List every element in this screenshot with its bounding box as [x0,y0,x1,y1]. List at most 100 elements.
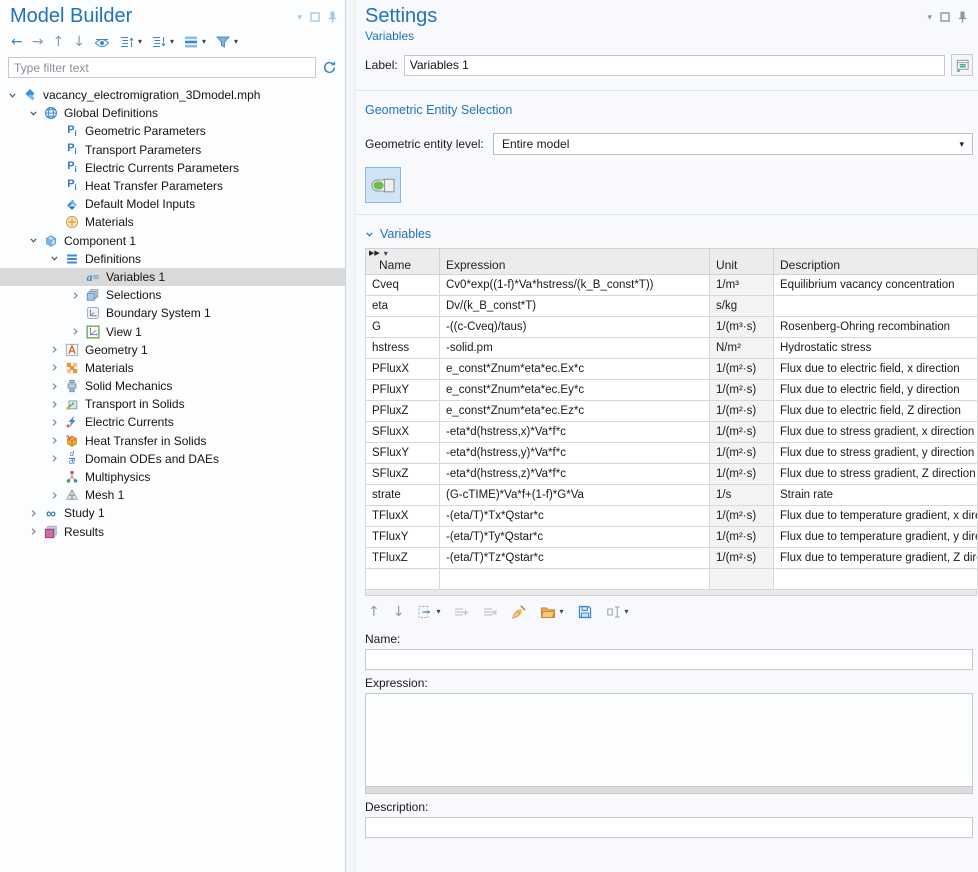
cell-unit[interactable]: 1/(m²·s) [710,443,774,464]
tree-item-electric-currents[interactable]: Electric Currents [0,413,345,431]
tree-item-results[interactable]: Results [0,523,345,541]
tree-item-geometric-parameters[interactable]: PiGeometric Parameters [0,122,345,140]
pin-panel-icon[interactable] [958,11,967,23]
cell-unit[interactable]: 1/s [710,485,774,506]
cell-unit[interactable]: 1/(m²·s) [710,401,774,422]
panel-splitter[interactable] [346,0,356,872]
back-button[interactable]: ← [8,33,26,51]
cell-name[interactable]: SFluxZ [366,464,440,485]
move-to-table-button[interactable]: ▾ [414,602,443,622]
cell-expression[interactable]: e_const*Znum*eta*ec.Ez*c [440,401,710,422]
tree-item-study-1[interactable]: ∞Study 1 [0,504,345,522]
show-button[interactable] [91,33,113,51]
tree-collapsed-icon[interactable] [46,363,63,372]
dropdown-caret-icon[interactable]: ▾ [170,38,174,46]
tree-collapsed-icon[interactable] [46,400,63,409]
cell-description[interactable]: Flux due to electric field, Z direction [774,401,978,422]
load-from-file-button[interactable]: ▾ [537,602,566,622]
move-up-button[interactable]: ↑ [365,603,383,621]
cell-unit[interactable]: 1/m³ [710,275,774,296]
filter-button[interactable]: ▾ [212,32,241,52]
cell-name[interactable]: PFluxZ [366,401,440,422]
skip-columns-icon[interactable]: ▶▶ [369,250,380,257]
cell-name[interactable]: PFluxY [366,380,440,401]
cell-description[interactable] [774,296,978,317]
dropdown-caret-icon[interactable]: ▾ [384,250,388,258]
label-input[interactable] [404,55,945,76]
column-header-unit[interactable]: Unit [710,249,774,275]
expression-scrollbar[interactable] [366,786,972,793]
cell-description[interactable]: Equilibrium vacancy concentration [774,275,978,296]
refresh-button[interactable] [322,60,337,75]
panel-menu-caret-icon[interactable]: ▾ [297,13,302,22]
save-to-file-button[interactable] [574,602,596,622]
tree-item-global-definitions[interactable]: Global Definitions [0,104,345,122]
tree-item-solid-mechanics[interactable]: Solid Mechanics [0,377,345,395]
dropdown-caret-icon[interactable]: ▾ [559,608,563,616]
tree-item-electric-currents-parameters[interactable]: PiElectric Currents Parameters [0,159,345,177]
cell-description[interactable]: Flux due to temperature gradient, x dire… [774,506,978,527]
float-panel-icon[interactable] [310,12,320,22]
model-tree-node-text-button[interactable]: ▾ [180,32,209,52]
tree-collapsed-icon[interactable] [46,436,63,445]
cell-name[interactable]: strate [366,485,440,506]
cell-expression[interactable]: Cv0*exp((1-f)*Va*hstress/(k_B_const*T)) [440,275,710,296]
tree-item-domain-odes-and-daes[interactable]: ddtDomain ODEs and DAEs [0,450,345,468]
tree-item-vacancy-electromigration-3dmodel-mph[interactable]: vacancy_electromigration_3Dmodel.mph [0,86,345,104]
expression-input[interactable] [365,693,973,794]
cell-description[interactable]: Flux due to stress gradient, x direction [774,422,978,443]
cell-expression[interactable]: -(eta/T)*Tz*Qstar*c [440,548,710,569]
cell-unit[interactable]: 1/(m²·s) [710,527,774,548]
cell-expression[interactable]: e_const*Znum*eta*ec.Ex*c [440,359,710,380]
tree-expanded-icon[interactable] [25,109,42,118]
cell-name[interactable] [366,569,440,590]
tree-item-heat-transfer-parameters[interactable]: PiHeat Transfer Parameters [0,177,345,195]
cell-name[interactable]: Cveq [366,275,440,296]
tree-expanded-icon[interactable] [46,254,63,263]
cell-name[interactable]: SFluxY [366,443,440,464]
name-input[interactable] [365,649,973,670]
cell-description[interactable]: Flux due to stress gradient, Z direction [774,464,978,485]
cell-name[interactable]: TFluxX [366,506,440,527]
tree-expanded-icon[interactable] [4,91,21,100]
tree-collapsed-icon[interactable] [46,491,63,500]
cell-description[interactable] [774,569,978,590]
dropdown-caret-icon[interactable]: ▾ [234,38,238,46]
tree-item-view-1[interactable]: View 1 [0,322,345,340]
cell-expression[interactable]: -((c-Cveq)/taus) [440,317,710,338]
dropdown-caret-icon[interactable]: ▾ [436,608,440,616]
tree-collapsed-icon[interactable] [46,454,63,463]
cell-expression[interactable]: Dv/(k_B_const*T) [440,296,710,317]
float-panel-icon[interactable] [940,12,950,22]
cell-unit[interactable]: 1/(m²·s) [710,359,774,380]
tree-collapsed-icon[interactable] [67,327,84,336]
cell-name[interactable]: SFluxX [366,422,440,443]
cell-description[interactable]: Flux due to electric field, y direction [774,380,978,401]
cell-unit[interactable]: 1/(m²·s) [710,380,774,401]
tree-expanded-icon[interactable] [25,236,42,245]
tree-item-materials[interactable]: Materials [0,359,345,377]
cell-expression[interactable]: -eta*d(hstress,y)*Va*f*c [440,443,710,464]
active-toggle-button[interactable] [365,167,401,203]
cell-expression[interactable]: -eta*d(hstress,z)*Va*f*c [440,464,710,485]
cell-name[interactable]: TFluxY [366,527,440,548]
cell-name[interactable]: hstress [366,338,440,359]
geometric-entity-level-select[interactable]: Entire model ▾ [493,133,973,155]
cell-unit[interactable]: 1/(m³·s) [710,317,774,338]
cell-name[interactable]: eta [366,296,440,317]
move-down-button[interactable]: ↓ [390,603,408,621]
tree-item-boundary-system-1[interactable]: Boundary System 1 [0,304,345,322]
tree-item-mesh-1[interactable]: Mesh 1 [0,486,345,504]
show-in-model-builder-button[interactable] [951,54,973,76]
tree-item-transport-in-solids[interactable]: Transport in Solids [0,395,345,413]
dropdown-caret-icon[interactable]: ▾ [202,38,206,46]
tree-collapsed-icon[interactable] [25,509,42,518]
tree-item-definitions[interactable]: Definitions [0,250,345,268]
cell-unit[interactable]: s/kg [710,296,774,317]
tree-item-multiphysics[interactable]: Multiphysics [0,468,345,486]
column-header-name[interactable]: ▶▶ ▾ Name [366,249,440,275]
move-down-button[interactable]: ↓ [70,33,88,51]
variables-section-header[interactable]: Variables [365,227,973,241]
pin-panel-icon[interactable] [328,11,337,23]
column-header-description[interactable]: Description [774,249,978,275]
